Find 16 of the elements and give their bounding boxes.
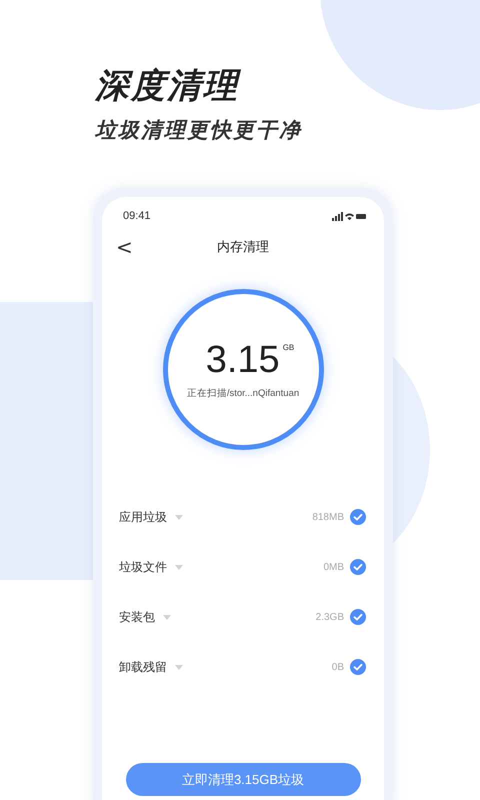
category-size: 0MB bbox=[323, 562, 344, 572]
screen-title: 内存清理 bbox=[217, 238, 269, 256]
scan-unit: GB bbox=[282, 343, 294, 352]
category-label: 安装包 bbox=[119, 608, 155, 626]
scan-amount: 3.15 bbox=[206, 339, 280, 381]
category-label: 卸载残留 bbox=[119, 658, 167, 676]
category-size: 0B bbox=[332, 662, 344, 672]
scan-path: 正在扫描/stor...nQifantuan bbox=[186, 387, 300, 400]
category-label: 垃圾文件 bbox=[119, 558, 167, 576]
status-time: 09:41 bbox=[123, 210, 151, 222]
back-button[interactable]: < bbox=[112, 235, 137, 259]
subheadline: 垃圾清理更快更干净 bbox=[95, 118, 302, 144]
headline: 深度清理 bbox=[95, 66, 239, 107]
category-size: 2.3GB bbox=[316, 612, 344, 622]
category-size: 818MB bbox=[312, 512, 344, 522]
category-label: 应用垃圾 bbox=[119, 508, 167, 526]
